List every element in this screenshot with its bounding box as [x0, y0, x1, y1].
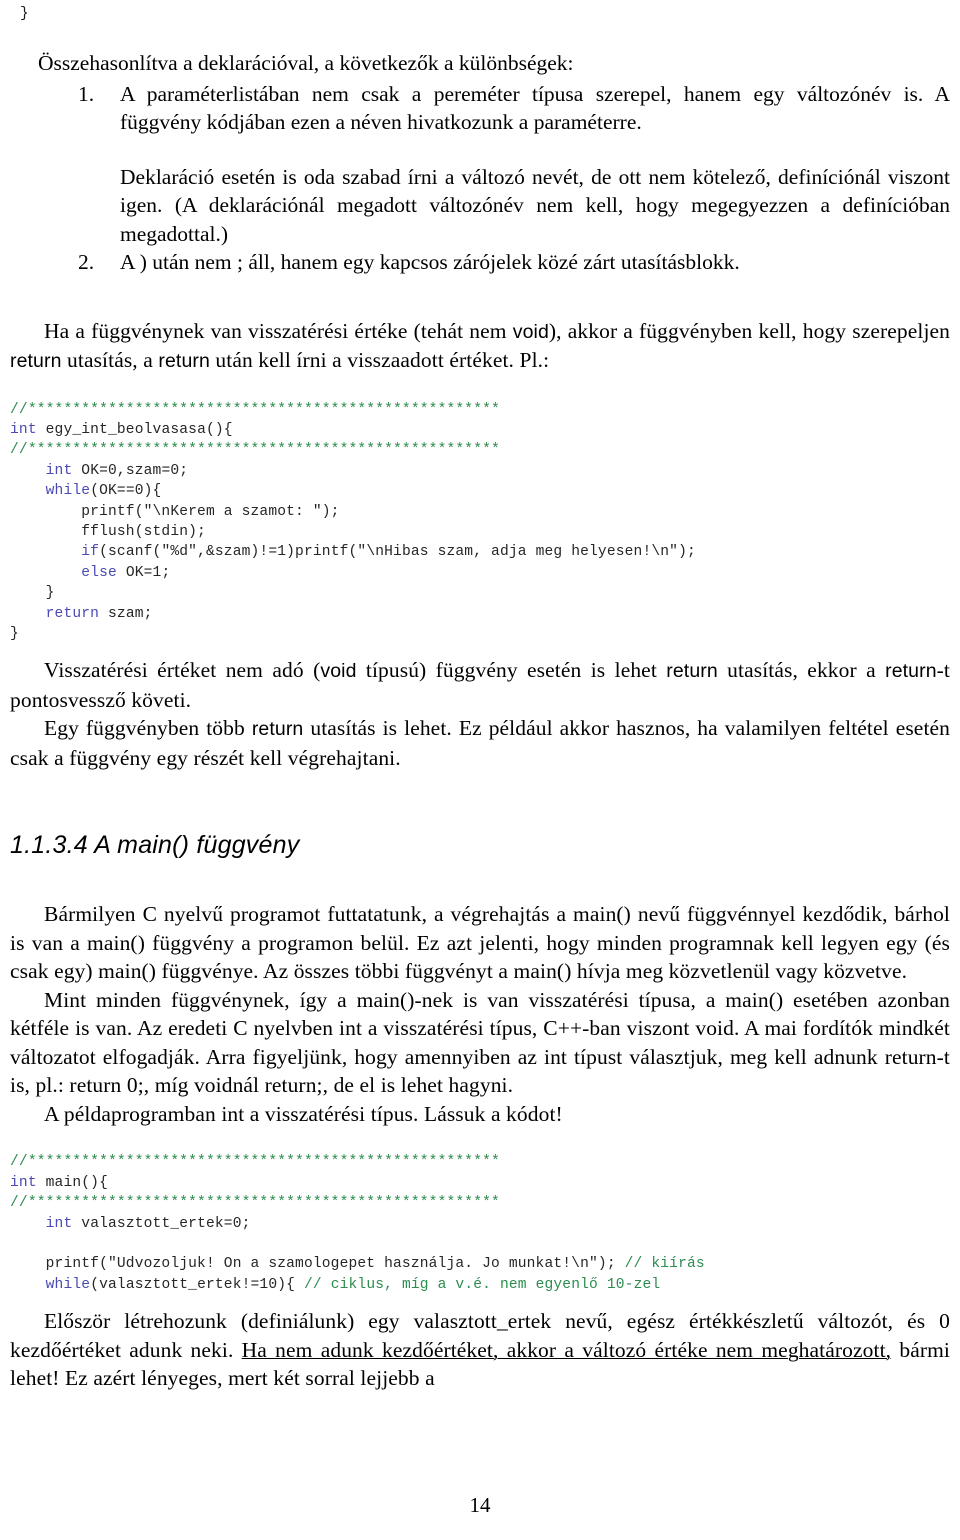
- list-item: 1. A paraméterlistában nem csak a peremé…: [10, 80, 950, 249]
- page-number: 14: [469, 1493, 491, 1517]
- void-return-part-c: utasítás, ekkor a: [717, 658, 886, 683]
- code-token-kw: int: [10, 421, 37, 438]
- return-intro-part-b: ), akkor a függvényben kell, hogy szerep…: [548, 318, 951, 343]
- code-token-pl: (OK==0){: [90, 483, 162, 500]
- multi-return-part-a: Egy függvényben több: [44, 716, 252, 741]
- code-token-kw: if: [81, 544, 100, 561]
- code-token-kw: int: [10, 1174, 37, 1191]
- main-paragraph-3: A példaprogramban int a visszatérési típ…: [44, 1101, 563, 1126]
- code-token-cm: //**************************************…: [10, 442, 500, 459]
- code-token-cm: // kiírás: [624, 1256, 705, 1273]
- code-token-kw: int: [45, 462, 73, 479]
- void-return-paragraph: Visszatérési értéket nem adó (void típus…: [10, 656, 950, 714]
- code-token-pl: (valasztott_ertek!=10){: [90, 1276, 304, 1293]
- return-intro-part-d: után kell írni a visszaadott értéket. Pl…: [209, 348, 550, 372]
- code-token-pl: main(){: [36, 1174, 108, 1191]
- code-token-pl: fflush(stdin);: [10, 523, 206, 540]
- code-token-pl: }: [10, 585, 55, 602]
- list-item: 2. A ) után nem ; áll, hanem egy kapcsos…: [10, 248, 950, 277]
- code-token-pl: (scanf("%d",&szam)!=1)printf("\nHibas sz…: [99, 544, 696, 561]
- inline-keyword-return: return: [666, 660, 718, 683]
- carryover-closing-brace: }: [20, 6, 29, 22]
- code-token-kw: else: [81, 564, 117, 581]
- final-underlined-run: Ha nem adunk kezdőértéket, akkor a válto…: [241, 1337, 892, 1362]
- code-token-cm: //**************************************…: [10, 401, 500, 418]
- return-intro-part-a: Ha a függvénynek van visszatérési értéke…: [44, 318, 513, 343]
- void-return-part-b: típusú) függvény esetén is lehet: [356, 658, 667, 683]
- code-token-pl: }: [10, 625, 19, 642]
- code-token-pl: OK=0,szam=0;: [72, 462, 189, 479]
- code-token-pl: printf("Udvozoljuk! On a szamologepet ha…: [10, 1256, 625, 1273]
- list-item-text: A ) után nem ; áll, hanem egy kapcsos zá…: [120, 250, 740, 274]
- main-paragraph-1: Bármilyen C nyelvű programot futtatatunk…: [10, 902, 950, 984]
- return-intro-paragraph: Ha a függvénynek van visszatérési értéke…: [10, 317, 950, 376]
- void-return-part-a: Visszatérési értéket nem adó (: [44, 658, 321, 683]
- code-block-egy-int-beolvasasa: //**************************************…: [10, 400, 950, 645]
- differences-list: 1. A paraméterlistában nem csak a peremé…: [10, 80, 950, 277]
- comparison-lead-text: Összehasonlítva a deklarációval, a követ…: [38, 51, 574, 75]
- code-token-pl: szam;: [99, 605, 153, 622]
- list-item-marker: 1.: [78, 81, 95, 106]
- code-token-pl: OK=1;: [116, 564, 171, 581]
- code-token-cm: //**************************************…: [10, 1195, 500, 1212]
- code-token-kw: while: [45, 1276, 91, 1293]
- main-paragraph-2: Mint minden függvénynek, így a main()-ne…: [10, 987, 950, 1098]
- code-token-pl: valasztott_ertek=0;: [72, 1215, 251, 1232]
- document-page: } Összehasonlítva a deklarációval, a köv…: [0, 0, 960, 1540]
- inline-keyword-void: void: [320, 660, 357, 683]
- final-paragraph: Először létrehozunk (definiálunk) egy va…: [10, 1307, 950, 1393]
- inline-keyword-return: return: [251, 718, 304, 741]
- list-item-text: A paraméterlistában nem csak a pereméter…: [120, 81, 950, 135]
- inline-keyword-void: void: [512, 320, 549, 343]
- code-token-cm: // ciklus, míg a v.é. nem egyenlő 10-zel: [303, 1276, 661, 1293]
- code-token-cm: //**************************************…: [10, 1154, 500, 1171]
- multiple-return-paragraph: Egy függvényben több return utasítás is …: [10, 714, 950, 772]
- list-item-subparagraph: Deklaráció esetén is oda szabad írni a v…: [120, 164, 950, 246]
- code-token-kw: return: [45, 605, 100, 622]
- page-content: } Összehasonlítva a deklarációval, a köv…: [10, 6, 950, 1393]
- return-intro-part-c: utasítás, a: [61, 348, 159, 372]
- code-token-pl: egy_int_beolvasasa(){: [36, 421, 233, 438]
- list-item-marker: 2.: [78, 250, 95, 274]
- code-token-kw: int: [45, 1215, 73, 1232]
- code-block-main: //**************************************…: [10, 1152, 950, 1295]
- page-title: 1.1.3.4 A main() függvény: [10, 831, 300, 860]
- code-token-kw: while: [45, 483, 91, 500]
- code-token-pl: printf("\nKerem a szamot: ");: [10, 503, 340, 520]
- inline-keyword-return: return: [885, 660, 937, 683]
- inline-keyword-return: return: [158, 350, 210, 372]
- inline-keyword-return: return: [10, 350, 62, 372]
